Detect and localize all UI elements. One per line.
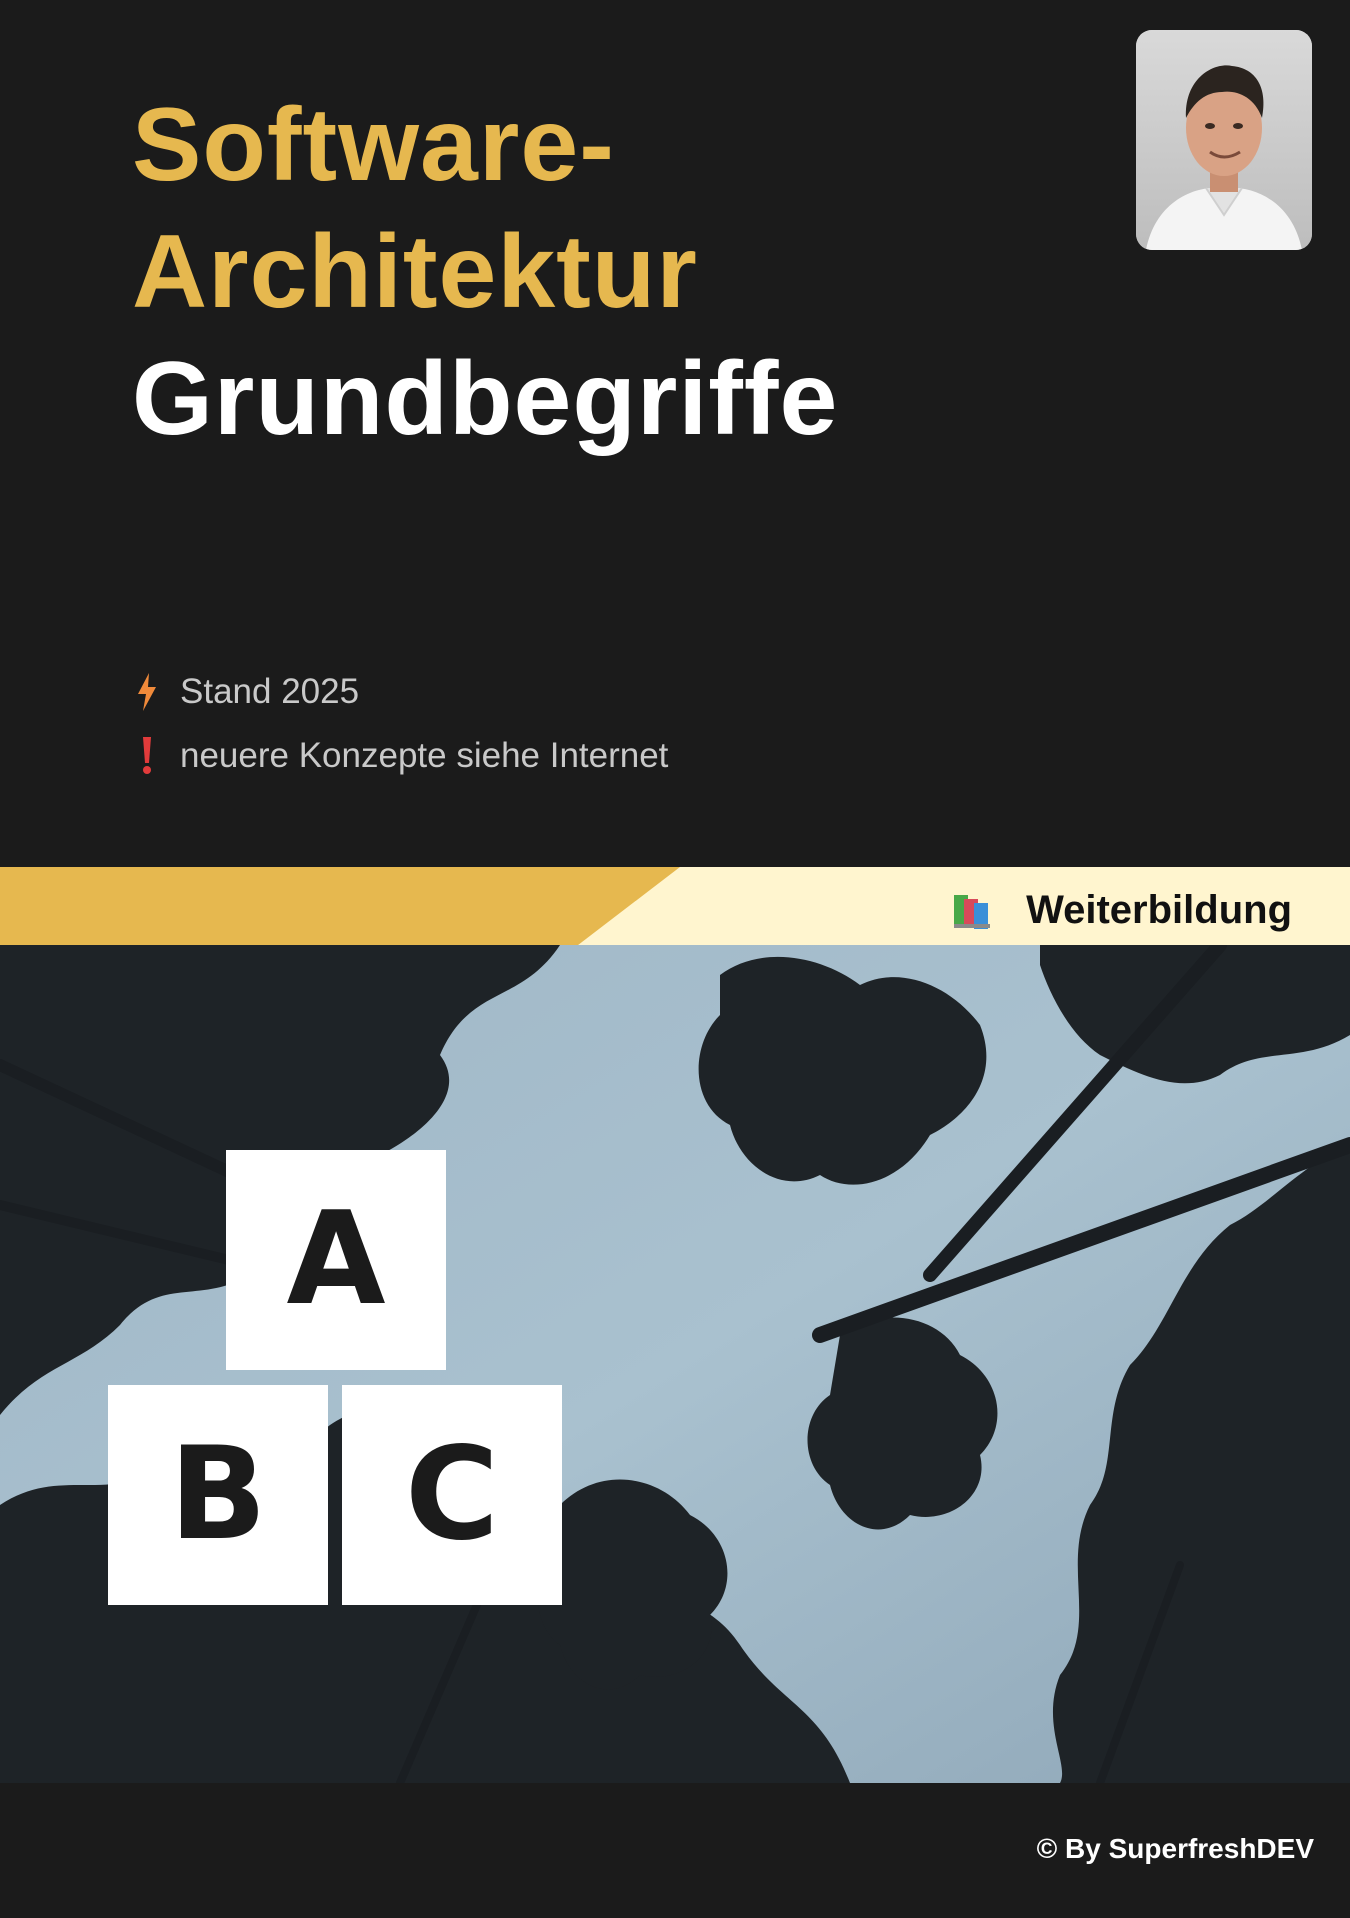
- title-line-2: Architektur: [132, 214, 698, 330]
- footer-copyright: © By SuperfreshDEV: [1036, 1833, 1314, 1864]
- note-item-konzepte: neuere Konzepte siehe Internet: [132, 724, 668, 788]
- banner-label-text: Weiterbildung: [1026, 888, 1292, 932]
- note-text-konzepte: neuere Konzepte siehe Internet: [180, 736, 669, 775]
- books-icon: [954, 894, 991, 929]
- author-portrait-image: [1136, 30, 1312, 250]
- document-title: Software- Architektur Grundbegriffe: [132, 82, 838, 463]
- block-c: C: [342, 1385, 562, 1605]
- title-line-1: Software-: [132, 87, 615, 203]
- lightning-icon: [132, 672, 162, 712]
- cover-image-forest: A B C: [0, 945, 1350, 1783]
- author-avatar: [1136, 30, 1312, 250]
- notes-list: Stand 2025 neuere Konzepte siehe Interne…: [132, 660, 668, 788]
- block-b: B: [108, 1385, 328, 1605]
- note-item-stand: Stand 2025: [132, 660, 668, 724]
- title-line-3: Grundbegriffe: [132, 341, 839, 457]
- block-a: A: [226, 1150, 446, 1370]
- banner-label: Weiterbildung: [952, 888, 1292, 933]
- note-text-stand: Stand 2025: [180, 672, 360, 711]
- forest-canopy-image: [0, 945, 1350, 1783]
- exclamation-icon: [132, 736, 162, 776]
